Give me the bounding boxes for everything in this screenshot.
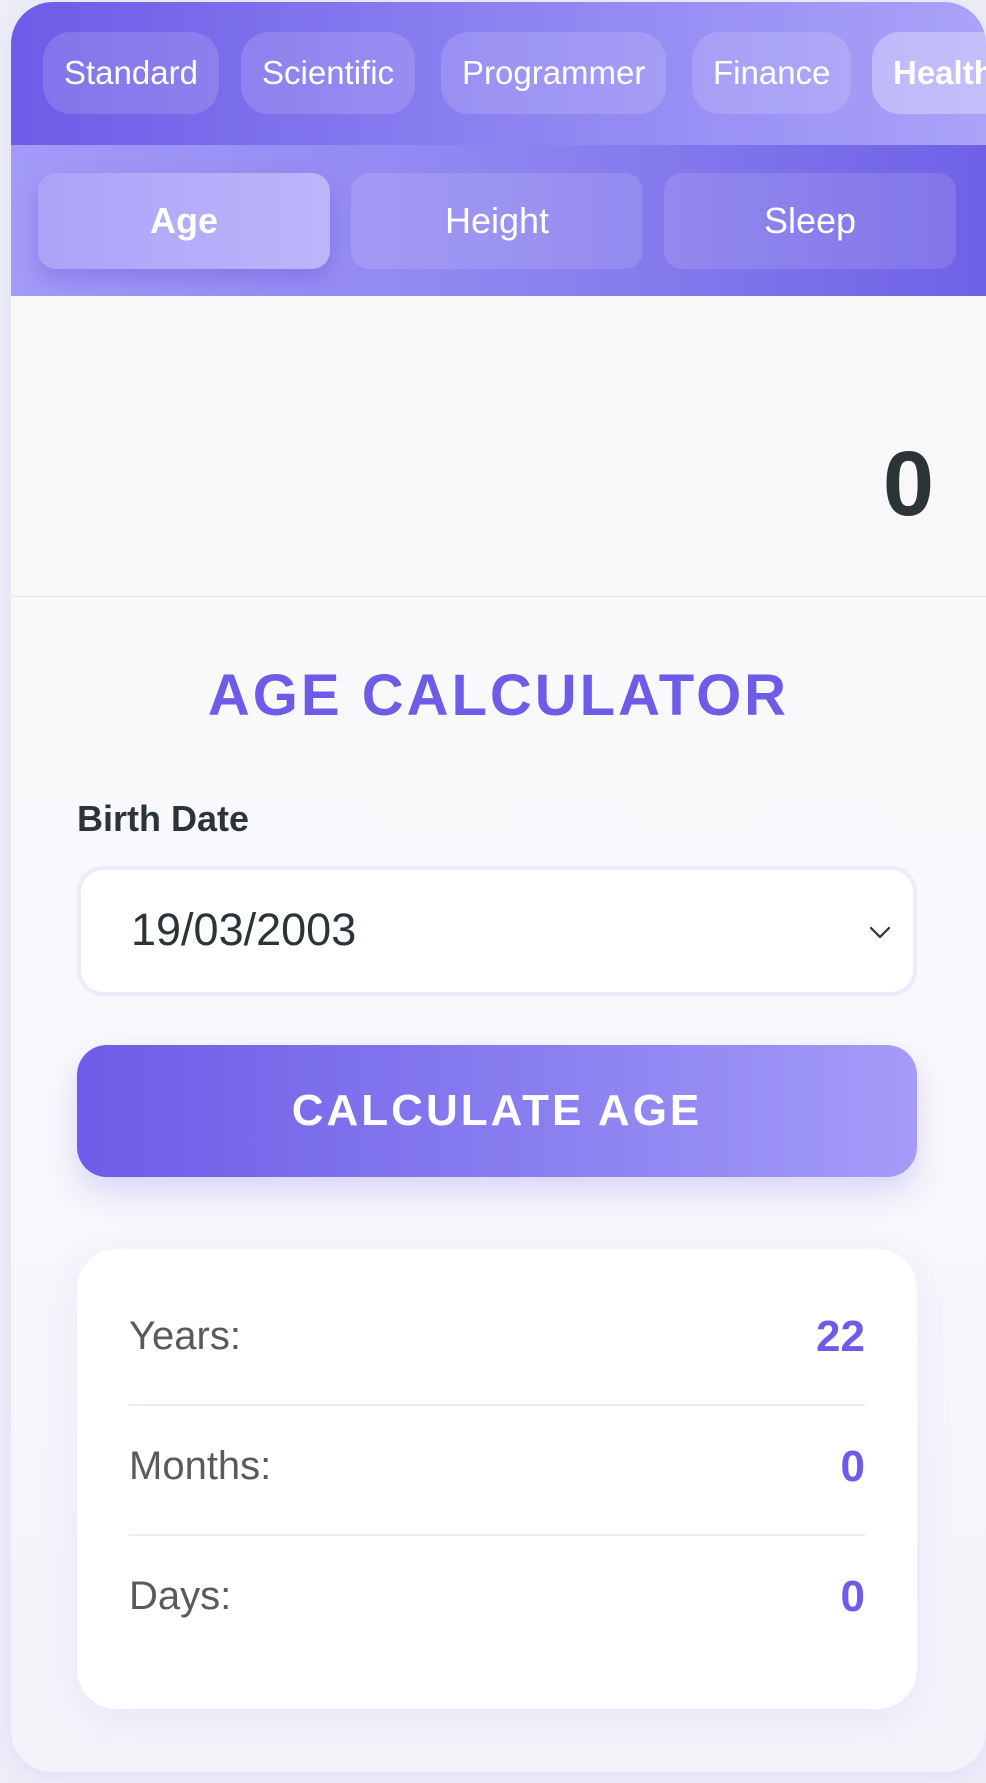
page-title: AGE CALCULATOR (207, 663, 790, 728)
calculate-age-button[interactable]: CALCULATE AGE (77, 1045, 917, 1177)
subtab-height[interactable]: Height (351, 173, 643, 269)
result-value: 0 (840, 1442, 865, 1491)
birth-date-value: 19/03/2003 (131, 904, 357, 955)
result-value: 22 (816, 1312, 865, 1361)
calculator-app: Standard Scientific Programmer Finance H… (11, 2, 986, 1772)
result-row-months: Months: 0 (129, 1404, 865, 1536)
display-panel: 0 (11, 296, 986, 597)
birth-date-input[interactable]: 19/03/2003 (77, 866, 917, 996)
subtab-age[interactable]: Age (38, 173, 330, 269)
display-value: 0 (882, 433, 934, 535)
result-label: Months: (129, 1444, 272, 1488)
tab-programmer[interactable]: Programmer (441, 32, 667, 114)
chevron-down-icon[interactable] (869, 922, 891, 944)
tab-health[interactable]: Health (872, 32, 986, 114)
result-label: Days: (129, 1574, 232, 1618)
result-row-years: Years: 22 (129, 1274, 865, 1406)
subtab-sleep[interactable]: Sleep (664, 173, 956, 269)
tab-finance[interactable]: Finance (692, 32, 852, 114)
results-card: Years: 22 Months: 0 Days: 0 (77, 1249, 917, 1709)
mode-tab-bar: Standard Scientific Programmer Finance H… (11, 2, 986, 145)
result-row-days: Days: 0 (129, 1534, 865, 1664)
tab-scientific[interactable]: Scientific (241, 32, 416, 114)
tab-standard[interactable]: Standard (43, 32, 219, 114)
birth-date-label: Birth Date (77, 798, 250, 839)
result-label: Years: (129, 1314, 241, 1358)
health-subtab-bar: Age Height Sleep (11, 145, 986, 296)
result-value: 0 (840, 1572, 865, 1621)
